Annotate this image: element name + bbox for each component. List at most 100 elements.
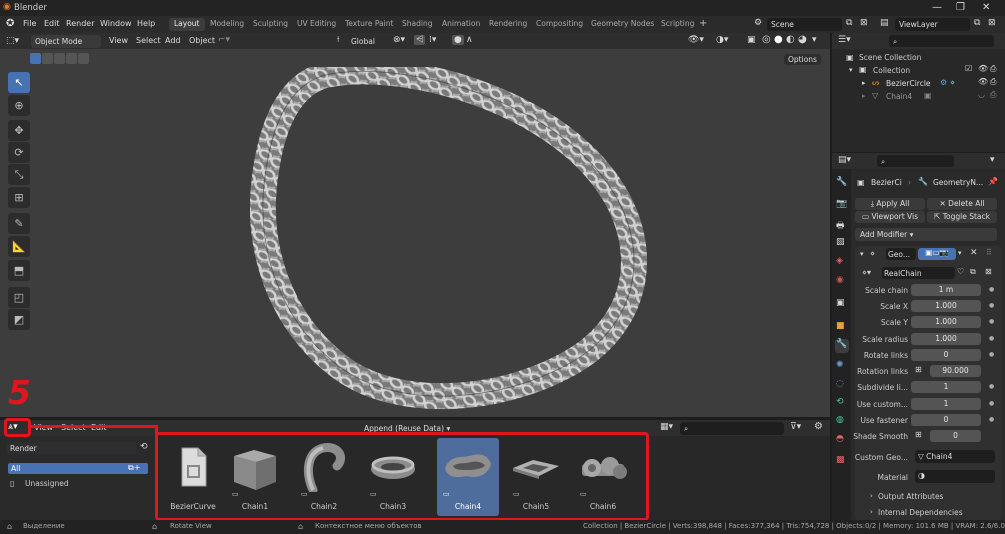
tab-geometry-nodes[interactable]: Geometry Nodes [586, 18, 659, 31]
field-rotation-links[interactable]: 90.000 [930, 365, 981, 377]
physics-tab-icon[interactable]: ◌ [836, 379, 844, 389]
expand-output-attributes-icon[interactable]: › [870, 492, 873, 500]
blender-menu-icon[interactable]: ✪ [6, 18, 14, 29]
tab-uv-editing[interactable]: UV Editing [292, 18, 341, 31]
field-use-custom[interactable]: 1 [911, 398, 981, 410]
falloff-icon[interactable]: ∧ [466, 35, 473, 45]
extra-tool-1-icon[interactable]: ◰ [8, 287, 30, 308]
field-use-fastener[interactable]: 0 [911, 414, 981, 426]
add-cube-tool-icon[interactable]: ⬒ [8, 260, 30, 281]
view-layer-tab-icon[interactable]: ▧ [836, 237, 845, 247]
rotation-links-socket-icon[interactable]: ⊞ [915, 365, 922, 374]
object-tab-icon[interactable]: ■ [836, 321, 845, 331]
select-invert-icon[interactable] [66, 53, 77, 64]
transform-orientation-icon[interactable]: ⟊ [337, 35, 339, 45]
pivot-icon[interactable]: ⊗▾ [393, 35, 405, 45]
select-subtract-icon[interactable] [54, 53, 65, 64]
properties-options-icon[interactable]: ▾ [990, 155, 995, 165]
beziercircle-render-icon[interactable]: ⎙ [990, 77, 996, 87]
field-scale-chain[interactable]: 1 m [911, 284, 981, 296]
tool-tab-icon[interactable]: 🔧 [836, 177, 847, 187]
render-tab-icon[interactable]: 📷 [836, 199, 847, 209]
transform-orientation-selector[interactable]: Global [347, 35, 387, 48]
tab-layout[interactable]: Layout [169, 18, 205, 31]
field-shade-smooth[interactable]: 0 [930, 430, 981, 442]
scene-icon[interactable]: ⚙ [754, 18, 762, 28]
cursor-tool-icon[interactable]: ⊕ [8, 95, 30, 116]
minimize-icon[interactable]: — [932, 2, 942, 13]
modifier-tab-icon[interactable]: 🔧 [835, 339, 849, 353]
extra-tool-2-icon[interactable]: ◩ [8, 309, 30, 330]
asset-search-input[interactable]: ⌕ [680, 422, 784, 435]
node-group-field[interactable]: RealChain [882, 267, 955, 279]
field-rotate-links[interactable]: 0 [911, 349, 981, 361]
attribute-toggle-icon[interactable]: ● [989, 383, 994, 390]
move-tool-icon[interactable]: ✥ [8, 120, 30, 141]
properties-editor-type-icon[interactable]: ▤▾ [838, 155, 851, 165]
tab-rendering[interactable]: Rendering [484, 18, 532, 31]
field-subdivide-links[interactable]: 1 [911, 381, 981, 393]
outliner-item-chain4[interactable]: Chain4 [886, 92, 912, 101]
menu-view[interactable]: View [109, 36, 128, 45]
field-scale-x[interactable]: 1.000 [911, 300, 981, 312]
asset-settings-gear-icon[interactable]: ⚙ [814, 421, 823, 432]
menu-file[interactable]: File [23, 19, 36, 28]
new-scene-icon[interactable]: ⧉ [846, 18, 852, 28]
unlink-node-group-icon[interactable]: ⊠ [985, 267, 992, 276]
rotate-tool-icon[interactable]: ⟳ [8, 142, 30, 163]
shade-smooth-socket-icon[interactable]: ⊞ [915, 430, 922, 439]
outliner-item-collection[interactable]: Collection [873, 66, 910, 75]
outliner-search-input[interactable]: ⌕ [889, 35, 994, 47]
modifier-dropdown-icon[interactable]: ▾ [958, 249, 962, 257]
add-workspace-icon[interactable]: + [699, 18, 707, 29]
menu-help[interactable]: Help [137, 19, 155, 28]
expand-internal-dependencies-icon[interactable]: › [870, 508, 873, 516]
remove-modifier-icon[interactable]: ✕ [970, 248, 978, 258]
scene-selector[interactable]: Scene [767, 18, 842, 31]
collapse-modifier-icon[interactable]: ▾ [860, 250, 864, 258]
shading-options-icon[interactable]: ▾ [812, 35, 817, 45]
collection-checkbox-icon[interactable]: ☑ [965, 64, 972, 73]
editor-type-icon[interactable]: ⬚▾ [6, 36, 19, 46]
field-scale-radius[interactable]: 1.000 [911, 333, 981, 345]
display-mode-icon[interactable]: ▦▾ [660, 422, 673, 432]
select-intersect-icon[interactable] [78, 53, 89, 64]
measure-tool-icon[interactable]: 📐 [8, 236, 30, 257]
attribute-toggle-icon[interactable]: ● [989, 400, 994, 407]
mode-selector[interactable]: Object Mode [31, 35, 101, 48]
fake-user-icon[interactable]: ♡ [957, 267, 964, 276]
attribute-toggle-icon[interactable]: ● [989, 318, 994, 325]
material-tab-icon[interactable]: ◓ [836, 434, 844, 444]
maximize-icon[interactable]: ❐ [956, 2, 965, 13]
catalog-unassigned-item[interactable]: Unassigned [25, 479, 69, 488]
xray-icon[interactable]: ▣ [747, 35, 756, 45]
particles-tab-icon[interactable]: ✺ [836, 360, 844, 370]
menu-add[interactable]: Add [165, 36, 181, 45]
modifier-name-field[interactable]: Geo... [886, 248, 916, 260]
snap-icon[interactable]: ⩤ [414, 35, 426, 45]
pin-icon[interactable]: 📌 [988, 177, 998, 186]
shading-rendered-icon[interactable]: ◕ [798, 34, 807, 45]
shading-material-icon[interactable]: ◐ [786, 34, 795, 45]
tab-sculpting[interactable]: Sculpting [248, 18, 293, 31]
scene-tab-icon[interactable]: ◈ [836, 256, 843, 266]
transform-tool-icon[interactable]: ⊞ [8, 187, 30, 208]
collection-visibility-icon[interactable]: 👁 [978, 64, 988, 73]
attribute-toggle-icon[interactable]: ● [989, 302, 994, 309]
attribute-toggle-icon[interactable]: ● [989, 416, 994, 423]
outliner-item-beziercircle[interactable]: BezierCircle [886, 79, 931, 88]
output-tab-icon[interactable]: 🖶 [836, 218, 845, 234]
drag-handle-icon[interactable]: ⠿ [986, 248, 992, 257]
internal-dependencies-panel[interactable]: Internal Dependencies [878, 508, 963, 517]
custom-geo-field[interactable]: ▽ Chain4 [915, 450, 995, 463]
annotate-tool-icon[interactable]: ✎ [8, 213, 30, 234]
expand-beziercircle-icon[interactable]: ▸ [862, 79, 866, 87]
properties-search-input[interactable]: ⌕ [877, 155, 954, 167]
select-box-tool-icon[interactable]: ↖ [8, 72, 30, 93]
apply-all-button[interactable]: ⤓ Apply All [855, 198, 925, 210]
add-catalog-icon[interactable]: ⧉+ [128, 463, 140, 473]
beziercircle-visibility-icon[interactable]: 👁 [978, 77, 988, 86]
expand-chain4-icon[interactable]: ▸ [862, 92, 866, 100]
tab-compositing[interactable]: Compositing [531, 18, 588, 31]
texture-tab-icon[interactable]: ▩ [836, 455, 845, 465]
